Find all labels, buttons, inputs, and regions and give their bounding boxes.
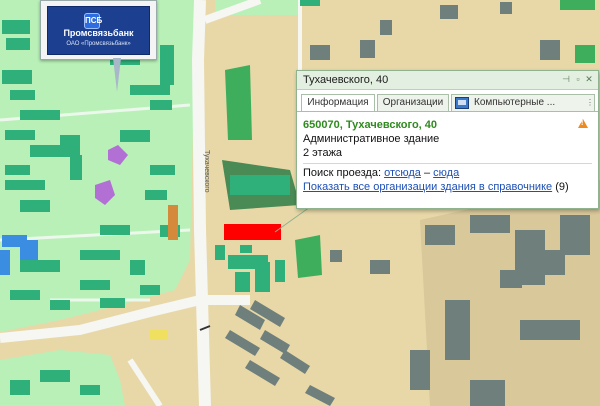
bank-subtitle: ОАО «Промсвязьбанк» [66,41,131,47]
tab-information-label: Информация [307,97,369,108]
industrial-building [310,45,330,60]
building-green-east [295,235,322,278]
show-all-organizations-link[interactable]: Показать все организации здания в справо… [303,181,552,193]
industrial-building [425,225,455,245]
close-icon[interactable]: ✕ [584,74,594,84]
warning-icon[interactable]: ! [578,119,588,128]
popup-tabs: Информация Организации Компьютерные ... … [301,94,595,112]
industrial-building [470,215,510,233]
industrial-building [500,270,522,288]
industrial-building [520,320,580,340]
info-popup[interactable]: Тухачевского, 40 ⊣ ▫ ✕ Информация Органи… [296,70,599,209]
route-to-link[interactable]: сюда [433,167,459,179]
orange-building [168,205,178,240]
industrial-building [330,250,342,262]
building-address: 650070, Тухачевского, 40 [303,119,438,131]
road-tukhachevskogo [191,0,211,406]
industrial-building [380,20,392,35]
route-from-link[interactable]: отсюда [384,167,421,179]
tab-divider [297,111,598,112]
bank-pin-icon [113,58,121,92]
building-floors: 2 этажа [303,147,343,159]
industrial-building [540,40,560,60]
industrial-building [560,215,590,255]
industrial-building [540,250,565,275]
highlighted-building[interactable] [224,224,281,240]
building-green-ne [575,45,595,63]
street-label: Тухачевского [203,150,210,193]
tab-information[interactable]: Информация [301,94,375,112]
building-green-large [225,65,252,140]
building-type: Административное здание [303,133,440,145]
industrial-building [370,260,390,274]
city-map[interactable]: Тухачевского ПСБ Промсвязьбанк ОАО «Пром… [0,0,600,406]
bank-logo-icon: ПСБ [84,13,102,29]
industrial-building [445,300,470,360]
minimize-icon[interactable]: ▫ [573,74,583,84]
industrial-building [410,350,430,390]
tab-scroll-icon[interactable]: ⋮ [586,96,594,110]
industrial-building [360,40,375,58]
industrial-building [470,380,505,406]
show-all-row: Показать все организации здания в справо… [303,181,569,193]
bank-ad-marker[interactable]: ПСБ Промсвязьбанк ОАО «Промсвязьбанк» [40,0,157,60]
industrial-building [440,5,458,19]
bank-ad-panel: ПСБ Промсвязьбанк ОАО «Промсвязьбанк» [47,6,150,55]
route-search-label: Поиск проезда: [303,167,381,179]
building-green-ne-2 [560,0,595,10]
tab-organizations-label: Организации [382,97,444,108]
computer-icon [455,97,469,109]
route-dash: – [423,167,431,179]
pin-icon[interactable]: ⊣ [561,74,571,84]
bank-name: Промсвязьбанк [63,28,134,38]
popup-separator [303,163,592,164]
route-search: Поиск проезда: отсюда – сюда [303,167,459,179]
popup-titlebar[interactable]: Тухачевского, 40 ⊣ ▫ ✕ [297,71,598,90]
tab-organizations[interactable]: Организации [377,94,449,112]
industrial-building [500,2,512,14]
popup-title: Тухачевского, 40 [303,74,389,86]
yellow-building [150,330,168,340]
tab-computer-label: Компьютерные ... [474,97,556,108]
organization-count: (9) [555,181,569,193]
tab-computer[interactable]: Компьютерные ... ⋮ [451,94,595,112]
